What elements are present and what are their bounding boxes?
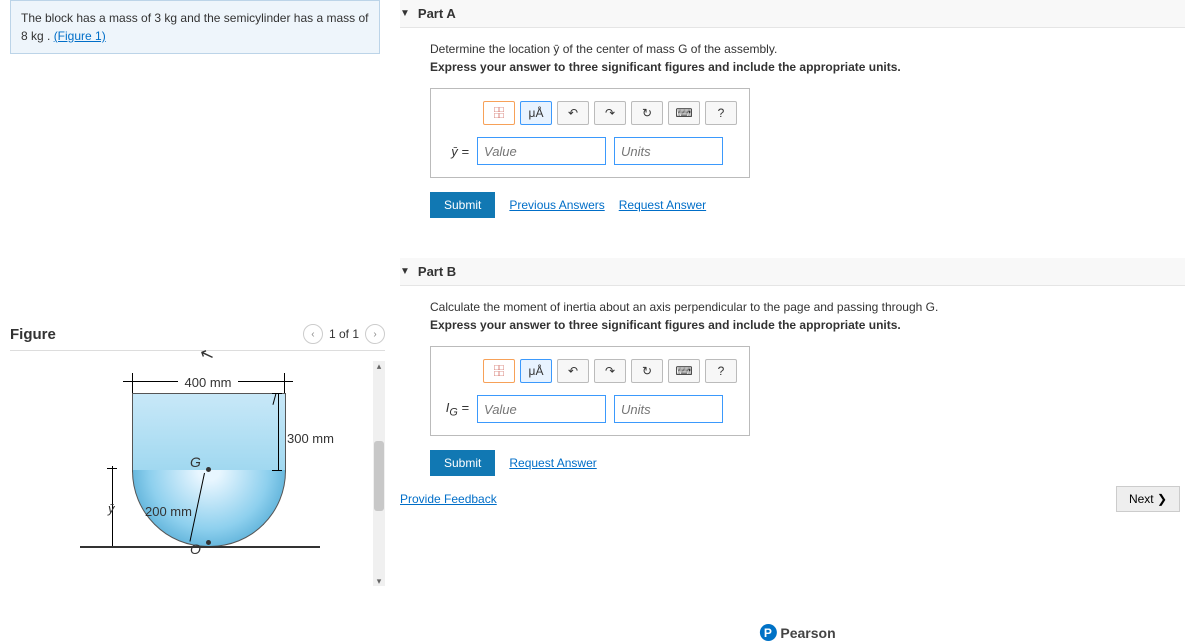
pearson-icon: P bbox=[759, 624, 776, 641]
problem-text-2: 8 kg . bbox=[21, 29, 54, 43]
redo-button[interactable]: ↷ bbox=[594, 101, 626, 125]
figure-title: Figure bbox=[10, 326, 56, 343]
caret-down-icon: ▼ bbox=[400, 8, 410, 19]
part-a-variable-label: ȳ = bbox=[443, 144, 469, 159]
undo-button[interactable]: ↶ bbox=[557, 359, 589, 383]
scrollbar-thumb[interactable] bbox=[374, 441, 384, 511]
scroll-down-icon[interactable]: ▾ bbox=[374, 576, 384, 586]
keyboard-button[interactable]: ⌨ bbox=[668, 101, 700, 125]
part-b-subinstruction: Express your answer to three significant… bbox=[430, 318, 1185, 332]
part-a-answer-box: □□□□ μÅ ↶ ↷ ↻ ⌨ ? ȳ = bbox=[430, 88, 750, 178]
templates-button[interactable]: □□□□ bbox=[483, 359, 515, 383]
next-button[interactable]: Next ❯ bbox=[1116, 486, 1180, 512]
pearson-logo: P Pearson bbox=[759, 624, 835, 641]
figure-pager: ‹ 1 of 1 › bbox=[303, 324, 385, 344]
pearson-text: Pearson bbox=[780, 625, 835, 641]
special-chars-button[interactable]: μÅ bbox=[520, 359, 552, 383]
part-b-units-input[interactable] bbox=[614, 395, 723, 423]
provide-feedback-link[interactable]: Provide Feedback bbox=[400, 492, 497, 506]
scroll-up-icon[interactable]: ▴ bbox=[374, 361, 384, 371]
figure-prev-button[interactable]: ‹ bbox=[303, 324, 323, 344]
part-a-value-input[interactable] bbox=[477, 137, 606, 165]
problem-text-1: The block has a mass of 3 kg and the sem… bbox=[21, 11, 369, 25]
part-b-answer-box: □□□□ μÅ ↶ ↷ ↻ ⌨ ? IG = bbox=[430, 346, 750, 436]
help-button[interactable]: ? bbox=[705, 101, 737, 125]
dimension-width: 400 mm bbox=[128, 375, 288, 390]
centroid-g-label: G bbox=[190, 454, 201, 470]
reset-button[interactable]: ↻ bbox=[631, 101, 663, 125]
part-b-instruction: Calculate the moment of inertia about an… bbox=[430, 300, 1185, 314]
part-a-previous-answers-link[interactable]: Previous Answers bbox=[509, 198, 604, 212]
help-button[interactable]: ? bbox=[705, 359, 737, 383]
keyboard-button[interactable]: ⌨ bbox=[668, 359, 700, 383]
redo-button[interactable]: ↷ bbox=[594, 359, 626, 383]
templates-button[interactable]: □□□□ bbox=[483, 101, 515, 125]
figure-pager-text: 1 of 1 bbox=[329, 327, 359, 341]
part-b-header[interactable]: ▼ Part B bbox=[400, 258, 1185, 286]
part-a-request-answer-link[interactable]: Request Answer bbox=[619, 198, 706, 212]
figure-viewport: ▴ ▾ 400 mm G O 300 mm bbox=[10, 361, 385, 586]
figure-diagram: 400 mm G O 300 mm 200 mm bbox=[50, 361, 350, 571]
part-a-instruction: Determine the location ȳ of the center o… bbox=[430, 42, 1185, 56]
part-b-request-answer-link[interactable]: Request Answer bbox=[509, 456, 596, 470]
part-a-subinstruction: Express your answer to three significant… bbox=[430, 60, 1185, 74]
undo-button[interactable]: ↶ bbox=[557, 101, 589, 125]
part-b-title: Part B bbox=[418, 264, 456, 279]
reset-button[interactable]: ↻ bbox=[631, 359, 663, 383]
part-a-title: Part A bbox=[418, 6, 456, 21]
problem-statement: The block has a mass of 3 kg and the sem… bbox=[10, 0, 380, 54]
dimension-radius: 200 mm bbox=[145, 504, 192, 519]
part-a-header[interactable]: ▼ Part A bbox=[400, 0, 1185, 28]
ybar-label: ȳ bbox=[108, 501, 115, 516]
part-a-submit-button[interactable]: Submit bbox=[430, 192, 495, 218]
part-b-submit-button[interactable]: Submit bbox=[430, 450, 495, 476]
special-chars-button[interactable]: μÅ bbox=[520, 101, 552, 125]
caret-down-icon: ▼ bbox=[400, 266, 410, 277]
part-b-value-input[interactable] bbox=[477, 395, 606, 423]
origin-o-label: O bbox=[190, 541, 201, 557]
dimension-height: 300 mm bbox=[287, 431, 334, 446]
figure-link[interactable]: (Figure 1) bbox=[54, 29, 106, 43]
figure-next-button[interactable]: › bbox=[365, 324, 385, 344]
part-a-units-input[interactable] bbox=[614, 137, 723, 165]
part-b-variable-label: IG = bbox=[443, 400, 469, 419]
